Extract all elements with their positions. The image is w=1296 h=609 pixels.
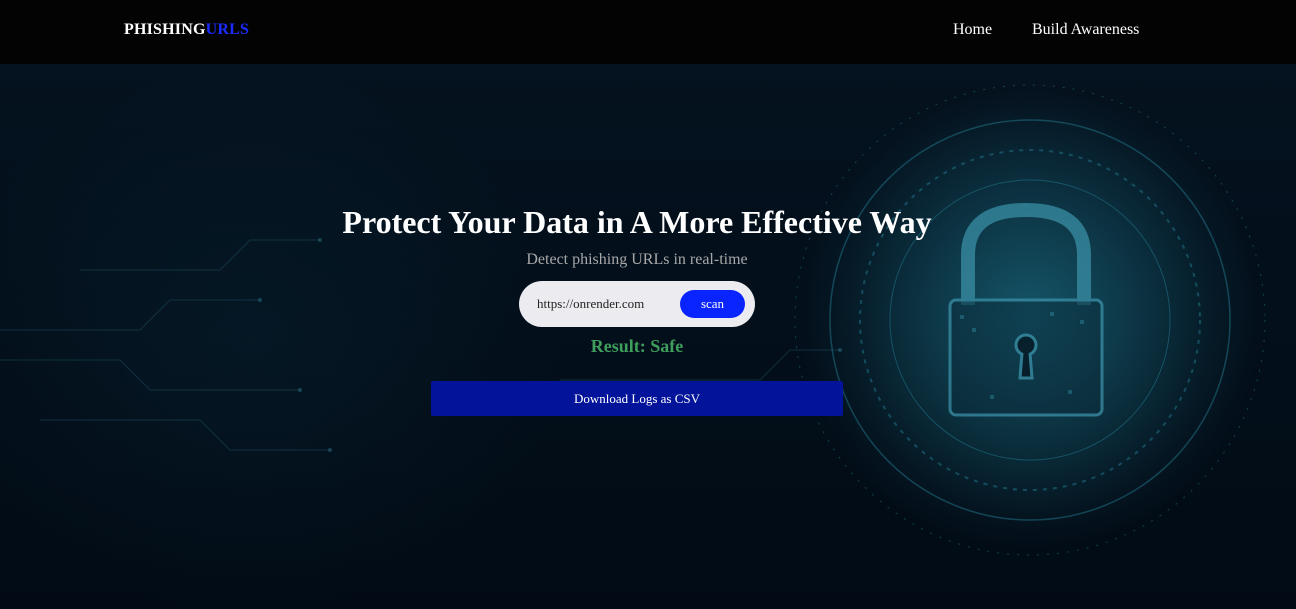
brand-logo[interactable]: PHISHINGURLS [124,21,249,39]
url-scan-form: scan [519,281,755,327]
brand-primary-text: PHISHING [124,21,206,38]
url-input[interactable] [537,294,677,314]
navbar: PHISHINGURLS Home Build Awareness [0,0,1296,64]
page-title: Protect Your Data in A More Effective Wa… [342,204,932,240]
scan-button[interactable]: scan [680,290,745,318]
download-logs-csv-button[interactable]: Download Logs as CSV [431,381,843,416]
nav-link-home[interactable]: Home [953,21,992,39]
brand-accent-text: URLS [205,21,250,38]
scan-result-text: Result: Safe [590,336,684,356]
nav-link-build-awareness[interactable]: Build Awareness [1032,21,1139,39]
main-content: Protect Your Data in A More Effective Wa… [0,0,1296,609]
page-subtitle: Detect phishing URLs in real-time [526,251,748,268]
